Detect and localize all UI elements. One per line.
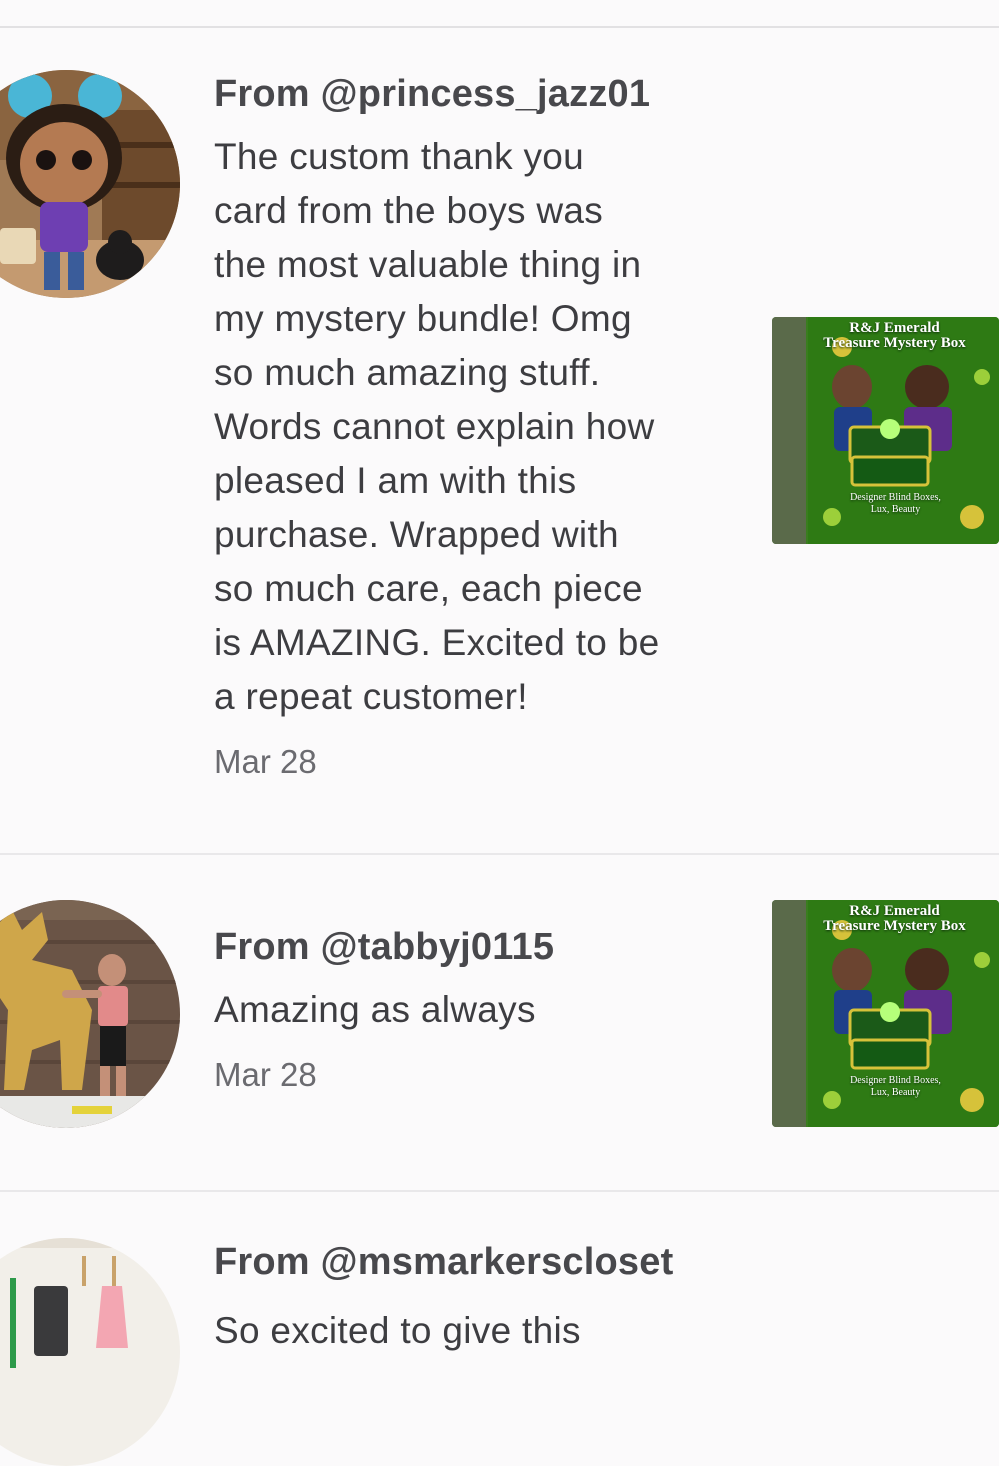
reviewer-avatar[interactable] xyxy=(0,1238,180,1466)
reviewer-avatar[interactable] xyxy=(0,70,180,298)
clothing-rack-avatar xyxy=(0,1238,180,1466)
product-title-line1: R&J Emerald xyxy=(849,903,940,919)
product-subtitle: Designer Blind Boxes, Lux, Beauty xyxy=(812,492,979,516)
review-divider xyxy=(0,1190,999,1192)
product-title-line1: R&J Emerald xyxy=(849,320,940,336)
product-title: R&J Emerald Treasure Mystery Box xyxy=(802,904,987,934)
product-subtitle-line1: Designer Blind Boxes, xyxy=(850,492,941,503)
top-divider xyxy=(0,26,999,28)
product-thumbnail[interactable]: R&J Emerald Treasure Mystery Box Designe… xyxy=(772,317,999,544)
product-thumbnail[interactable]: R&J Emerald Treasure Mystery Box Designe… xyxy=(772,900,999,1127)
product-subtitle-line2: Lux, Beauty xyxy=(870,504,921,515)
product-subtitle: Designer Blind Boxes, Lux, Beauty xyxy=(812,1075,979,1099)
funko-figure-avatar xyxy=(0,70,180,298)
product-title: R&J Emerald Treasure Mystery Box xyxy=(802,321,987,351)
moose-cutout-avatar xyxy=(0,900,180,1128)
review-author[interactable]: From @msmarkerscloset xyxy=(214,1240,744,1284)
review-date: Mar 28 xyxy=(214,1056,317,1093)
product-title-line2: Treasure Mystery Box xyxy=(823,335,966,351)
review-message: Amazing as always xyxy=(214,989,536,1030)
product-subtitle-line2: Lux, Beauty xyxy=(870,1087,921,1098)
reviewer-avatar[interactable] xyxy=(0,900,180,1128)
review-author[interactable]: From @tabbyj0115 xyxy=(214,925,744,969)
review-author[interactable]: From @princess_jazz01 xyxy=(214,72,744,116)
review-message: So excited to give this xyxy=(214,1310,581,1351)
product-title-line2: Treasure Mystery Box xyxy=(823,918,966,934)
review-message: The custom thank you card from the boys … xyxy=(214,136,660,717)
review-date: Mar 28 xyxy=(214,743,317,780)
review-divider xyxy=(0,853,999,855)
product-subtitle-line1: Designer Blind Boxes, xyxy=(850,1075,941,1086)
